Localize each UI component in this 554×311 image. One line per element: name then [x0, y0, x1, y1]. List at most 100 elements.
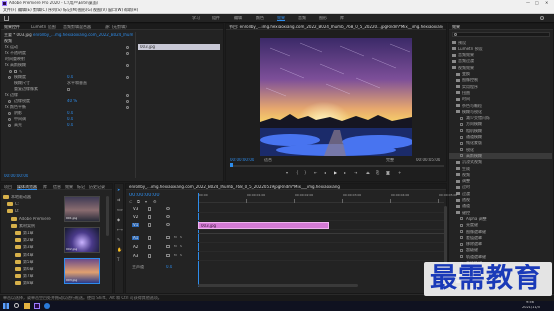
effects-tree-item[interactable]: 超级键: [449, 248, 552, 254]
timeline-timecode[interactable]: 00:00:00:00: [129, 193, 160, 199]
lock-icon[interactable]: [148, 223, 151, 227]
track-target-toggle[interactable]: V3: [132, 207, 139, 211]
folder-tree-item[interactable]: 本地驱动器: [3, 194, 57, 200]
menu-window[interactable]: 窗口(W): [108, 8, 123, 12]
taskbar-search-icon[interactable]: [14, 303, 19, 308]
folder-tree-item[interactable]: C:: [3, 201, 57, 207]
effect-row-value[interactable]: 40 %: [67, 99, 77, 103]
effects-tree-item[interactable]: 减少交错闪烁: [449, 116, 552, 122]
effects-tree-item[interactable]: 生成: [449, 166, 552, 172]
rect-mask-icon[interactable]: [14, 70, 17, 73]
program-timecode-current[interactable]: 00:00:00:00: [230, 158, 254, 162]
media-thumbnail[interactable]: 002.jpg: [64, 227, 100, 253]
step-forward-icon[interactable]: ▸: [344, 171, 346, 175]
reset-icon[interactable]: [126, 64, 129, 67]
effect-row-value[interactable]: 0.0: [67, 75, 73, 79]
export-frame-icon[interactable]: ◙: [386, 171, 390, 175]
effects-tree-item[interactable]: 方向模糊: [449, 122, 552, 128]
step-back-icon[interactable]: ◂: [324, 171, 326, 175]
tab-media-browser[interactable]: 媒体浏览器: [17, 185, 37, 191]
track-lane-a3[interactable]: [198, 253, 444, 261]
effect-row[interactable]: 重复边缘像素: [1, 87, 133, 92]
effects-tree-item[interactable]: 相机模糊: [449, 128, 552, 134]
track-header-a2[interactable]: A2 M S: [126, 244, 197, 251]
extract-icon[interactable]: ⎘: [376, 171, 379, 175]
track-header-v3[interactable]: V3: [126, 206, 197, 213]
effects-tree-item[interactable]: 模糊与锐化: [449, 109, 552, 115]
lock-icon[interactable]: [148, 215, 151, 219]
lock-icon[interactable]: [148, 245, 151, 249]
track-header-a3[interactable]: A3 M S: [126, 253, 197, 260]
reset-icon[interactable]: [126, 106, 129, 109]
minimize-button[interactable]: —: [526, 1, 530, 5]
pen-mask-icon[interactable]: ✎: [19, 69, 22, 74]
workspace-effects[interactable]: 效果: [277, 16, 285, 22]
linked-selection-icon[interactable]: ⧉: [137, 200, 140, 204]
effects-tree-item[interactable]: 通道模糊: [449, 135, 552, 141]
solo-button[interactable]: S: [180, 245, 182, 248]
effect-row[interactable]: 边缘锐度 40 %: [1, 99, 133, 104]
solo-button[interactable]: S: [180, 236, 182, 239]
speaker-icon[interactable]: [166, 236, 170, 239]
track-header-v2[interactable]: V2: [126, 214, 197, 221]
menu-view[interactable]: 视图(V): [93, 8, 107, 12]
reset-icon[interactable]: [126, 52, 129, 55]
program-quality-dropdown[interactable]: 完整: [386, 158, 394, 162]
effects-tree-item[interactable]: 过渡: [449, 191, 552, 197]
tab-libraries[interactable]: 库: [43, 185, 47, 189]
effects-tree-item[interactable]: 亮度键: [449, 223, 552, 229]
folder-tree-item[interactable]: 第6章: [3, 266, 57, 272]
folder-tree-item[interactable]: 第5章: [3, 259, 57, 265]
workspace-editing[interactable]: 编辑: [234, 16, 242, 20]
effects-tree-item[interactable]: 锐化: [449, 147, 552, 153]
tab-effect-controls[interactable]: 效果控件: [4, 25, 20, 29]
menu-marker[interactable]: 标记(M): [63, 8, 78, 12]
effect-row-value[interactable]: 水平和垂直: [67, 81, 87, 85]
tab-markers[interactable]: 标记: [77, 185, 85, 189]
effects-tree-item[interactable]: 高斯模糊: [449, 153, 552, 160]
tab-project[interactable]: 项目: [4, 185, 12, 189]
windows-start-icon[interactable]: [3, 303, 9, 309]
effects-tree-item[interactable]: 调整: [449, 179, 552, 185]
effect-row[interactable]: 时间重映射: [1, 57, 133, 62]
menu-sequence[interactable]: 序列(S): [48, 8, 62, 12]
tab-info[interactable]: 信息: [53, 185, 61, 189]
track-target-toggle[interactable]: A1: [132, 236, 140, 241]
effect-row[interactable]: fx 颜色平衡: [1, 105, 133, 110]
reset-icon[interactable]: [126, 76, 129, 79]
effect-row[interactable]: 高光 0.0: [1, 123, 133, 128]
lift-icon[interactable]: ⏏: [366, 171, 370, 175]
track-header-a1[interactable]: A1 M S: [126, 235, 197, 242]
workspace-learn[interactable]: 学习: [192, 16, 200, 20]
track-lane-v2[interactable]: [198, 214, 444, 221]
program-scrubber[interactable]: [230, 163, 444, 167]
tab-source[interactable]: 源: (无剪辑): [105, 25, 127, 29]
effects-tree-item[interactable]: 通道: [449, 204, 552, 210]
wrench-icon[interactable]: ⚙: [153, 200, 157, 204]
lock-icon[interactable]: [148, 254, 151, 258]
mute-button[interactable]: M: [174, 236, 177, 239]
effect-row[interactable]: fx 高斯模糊: [1, 63, 133, 68]
effects-tree-item[interactable]: 变换: [449, 72, 552, 78]
effects-tree-item[interactable]: 差值遮罩: [449, 235, 552, 241]
media-thumbnail[interactable]: 003.jpg: [64, 258, 100, 284]
menu-edit[interactable]: 编辑(E): [18, 8, 32, 12]
ellipse-mask-icon[interactable]: [9, 70, 12, 73]
effect-row[interactable]: fx 不透明度: [1, 51, 133, 56]
timeline-tab-title[interactable]: enrollby_...img.hexiaoxiang.com_2022_B02…: [129, 185, 359, 189]
track-target-toggle[interactable]: V1: [132, 223, 140, 228]
effect-row[interactable]: fx 边缘: [1, 93, 133, 98]
folder-tree-item[interactable]: 第4章: [3, 252, 57, 258]
effects-tree-item[interactable]: 过时: [449, 185, 552, 191]
effects-tree-item[interactable]: 时间: [449, 97, 552, 103]
effects-tree-item[interactable]: 音频效果: [449, 53, 552, 59]
effects-tree-item[interactable]: 透视: [449, 198, 552, 204]
effects-tree-item[interactable]: 视频: [449, 172, 552, 178]
effects-tree-item[interactable]: 视频效果: [449, 65, 552, 71]
folder-tree-item[interactable]: 第8章: [3, 280, 57, 286]
folder-tree-item[interactable]: 第2章: [3, 237, 57, 243]
track-target-toggle[interactable]: A2: [132, 245, 139, 249]
effects-tree-item[interactable]: 图像控制: [449, 78, 552, 84]
effect-row-value[interactable]: 0.0: [67, 111, 73, 115]
speaker-icon[interactable]: [166, 254, 170, 257]
